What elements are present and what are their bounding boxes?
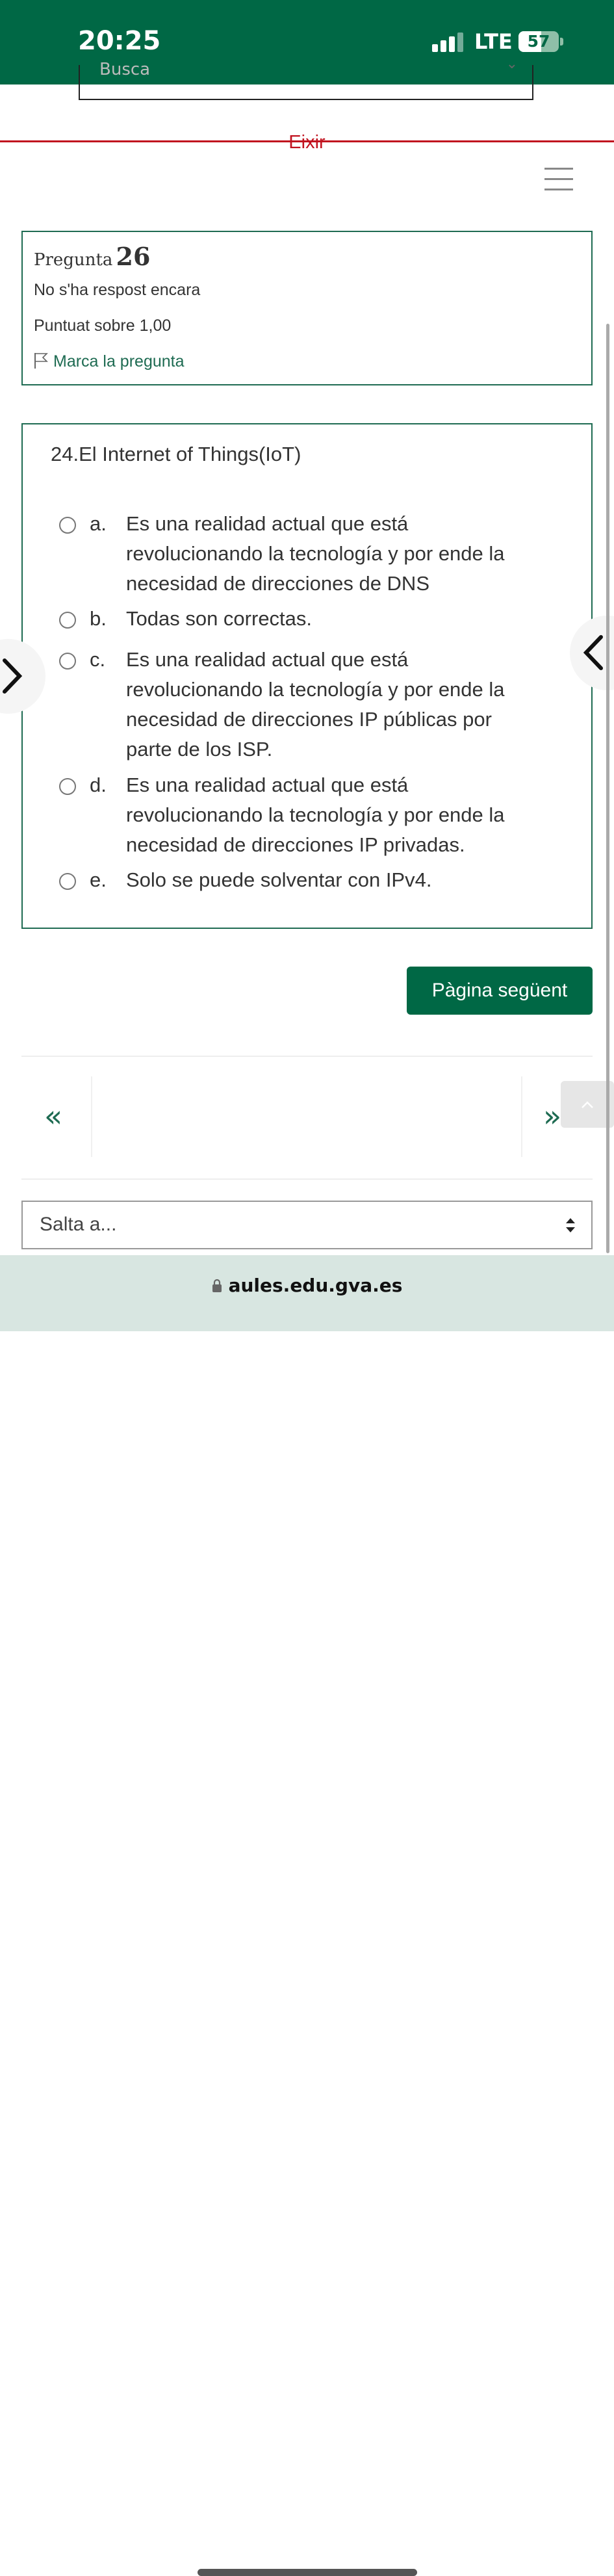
answer-option-b[interactable]: b. Todas son correctas. — [59, 604, 579, 634]
question-info-box: Pregunta 26 No s'ha respost encara Puntu… — [21, 231, 593, 385]
nav-divider-top — [21, 1056, 593, 1057]
option-text: Es una realidad actual que está revoluci… — [126, 774, 505, 856]
search-input[interactable]: Busca ⌄ — [79, 56, 533, 100]
question-text: 24.El Internet of Things(IoT) — [51, 443, 301, 465]
browser-url-bar[interactable]: aules.edu.gva.es — [0, 1255, 614, 2576]
option-letter: c. — [90, 648, 106, 671]
question-title: Pregunta 26 — [34, 242, 150, 271]
cellular-signal-icon — [432, 33, 465, 52]
next-page-link[interactable]: » — [543, 1099, 561, 1134]
flag-question-link[interactable]: Marca la pregunta — [34, 352, 185, 371]
nav-divider-bottom — [21, 1178, 593, 1180]
select-arrows-icon — [566, 1218, 575, 1232]
question-box: 24.El Internet of Things(IoT) a. Es una … — [21, 423, 593, 929]
option-letter: d. — [90, 774, 107, 796]
answer-option-e[interactable]: e. Solo se puede solventar con IPv4. — [59, 865, 579, 895]
radio-button[interactable] — [59, 778, 76, 795]
nav-separator — [91, 1076, 92, 1157]
answer-option-c[interactable]: c. Es una realidad actual que está revol… — [59, 645, 579, 764]
previous-page-link[interactable]: « — [44, 1099, 62, 1134]
battery-level: 57 — [527, 32, 550, 51]
next-page-button[interactable]: Pàgina següent — [407, 967, 593, 1015]
url-display[interactable]: aules.edu.gva.es — [0, 1275, 614, 1296]
hamburger-icon[interactable] — [544, 168, 573, 191]
question-number: 26 — [116, 242, 151, 271]
battery-icon: 57 — [518, 31, 559, 52]
url-text: aules.edu.gva.es — [228, 1275, 403, 1296]
chevron-down-icon: ⌄ — [505, 56, 518, 72]
search-placeholder: Busca — [99, 60, 151, 79]
jump-to-select[interactable]: Salta a... — [21, 1201, 593, 1249]
radio-button[interactable] — [59, 612, 76, 629]
answer-option-d[interactable]: d. Es una realidad actual que está revol… — [59, 770, 579, 860]
flag-label: Marca la pregunta — [53, 352, 185, 371]
exit-link[interactable]: Eixir — [0, 132, 614, 153]
option-text: Es una realidad actual que está revoluci… — [126, 512, 505, 595]
nav-separator — [521, 1076, 522, 1157]
radio-button[interactable] — [59, 873, 76, 890]
question-score: Puntuat sobre 1,00 — [34, 317, 172, 335]
battery-cap — [560, 38, 563, 46]
option-letter: b. — [90, 607, 107, 630]
radio-button[interactable] — [59, 653, 76, 670]
lock-icon — [212, 1279, 222, 1292]
scrollbar[interactable] — [606, 324, 609, 1253]
jump-to-label: Salta a... — [40, 1214, 117, 1235]
question-label: Pregunta — [34, 250, 113, 270]
option-letter: a. — [90, 512, 107, 535]
option-text: Es una realidad actual que está revoluci… — [126, 648, 505, 761]
network-type: LTE — [474, 29, 513, 54]
option-letter: e. — [90, 868, 107, 891]
option-text: Todas son correctas. — [126, 607, 313, 630]
status-time: 20:25 — [78, 26, 161, 56]
home-indicator[interactable] — [198, 2569, 417, 2576]
option-text: Solo se puede solventar con IPv4. — [126, 868, 432, 891]
next-swipe-button[interactable] — [0, 639, 45, 714]
chevron-right-icon — [3, 658, 23, 694]
radio-button[interactable] — [59, 517, 76, 534]
flag-icon — [34, 353, 48, 369]
question-status: No s'ha respost encara — [34, 281, 201, 299]
answer-option-a[interactable]: a. Es una realidad actual que está revol… — [59, 509, 579, 599]
